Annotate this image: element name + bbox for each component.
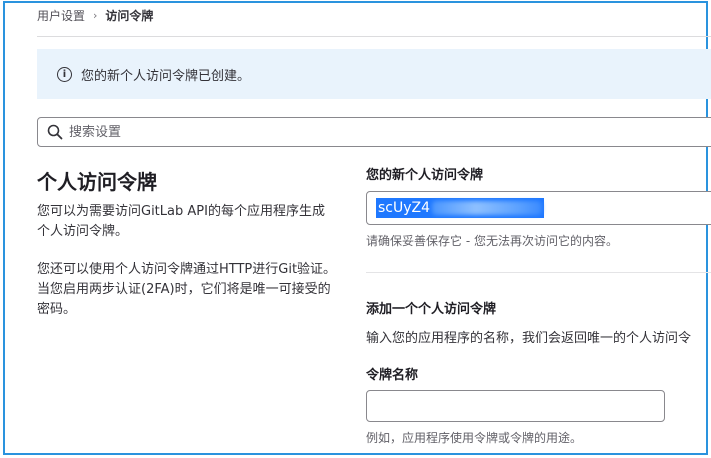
new-token-hint: 请确保妥善保存它 - 您无法再次访问它的内容。	[366, 234, 618, 248]
new-token-field[interactable]: scUyZ4	[366, 191, 711, 225]
page-title: 个人访问令牌	[37, 170, 157, 194]
section-divider	[366, 272, 711, 273]
new-token-selected-value[interactable]: scUyZ4	[376, 198, 545, 218]
search-box[interactable]	[37, 117, 711, 147]
success-alert: i 您的新个人访问令牌已创建。	[37, 49, 711, 99]
info-icon: i	[57, 66, 72, 82]
breadcrumb-parent-link[interactable]: 用户设置	[37, 7, 85, 24]
token-name-input[interactable]	[366, 390, 665, 422]
new-token-visible-text: scUyZ4	[378, 200, 431, 216]
token-name-label: 令牌名称	[366, 368, 419, 383]
description-paragraph-2: 您还可以使用个人访问令牌通过HTTP进行Git验证。 当您启用两步认证(2FA)…	[37, 262, 337, 317]
header-divider	[37, 36, 711, 37]
breadcrumb-separator-icon: ›	[93, 9, 98, 22]
search-input[interactable]	[67, 123, 671, 141]
description-paragraph-1: 您可以为需要访问GitLab API的每个应用程序生成个人访问令牌。	[37, 204, 325, 239]
alert-message: 您的新个人访问令牌已创建。	[81, 68, 251, 84]
redacted-token-blur	[432, 201, 543, 215]
breadcrumb: 用户设置 › 访问令牌	[37, 7, 153, 24]
new-token-label: 您的新个人访问令牌	[366, 168, 484, 183]
add-token-title: 添加一个个人访问令牌	[366, 302, 497, 317]
search-icon	[47, 124, 63, 140]
token-name-hint: 例如，应用程序使用令牌或令牌的用途。	[366, 431, 583, 445]
breadcrumb-current: 访问令牌	[105, 9, 154, 23]
add-token-description: 输入您的应用程序的名称，我们会返回唯一的个人访问令	[366, 331, 692, 346]
